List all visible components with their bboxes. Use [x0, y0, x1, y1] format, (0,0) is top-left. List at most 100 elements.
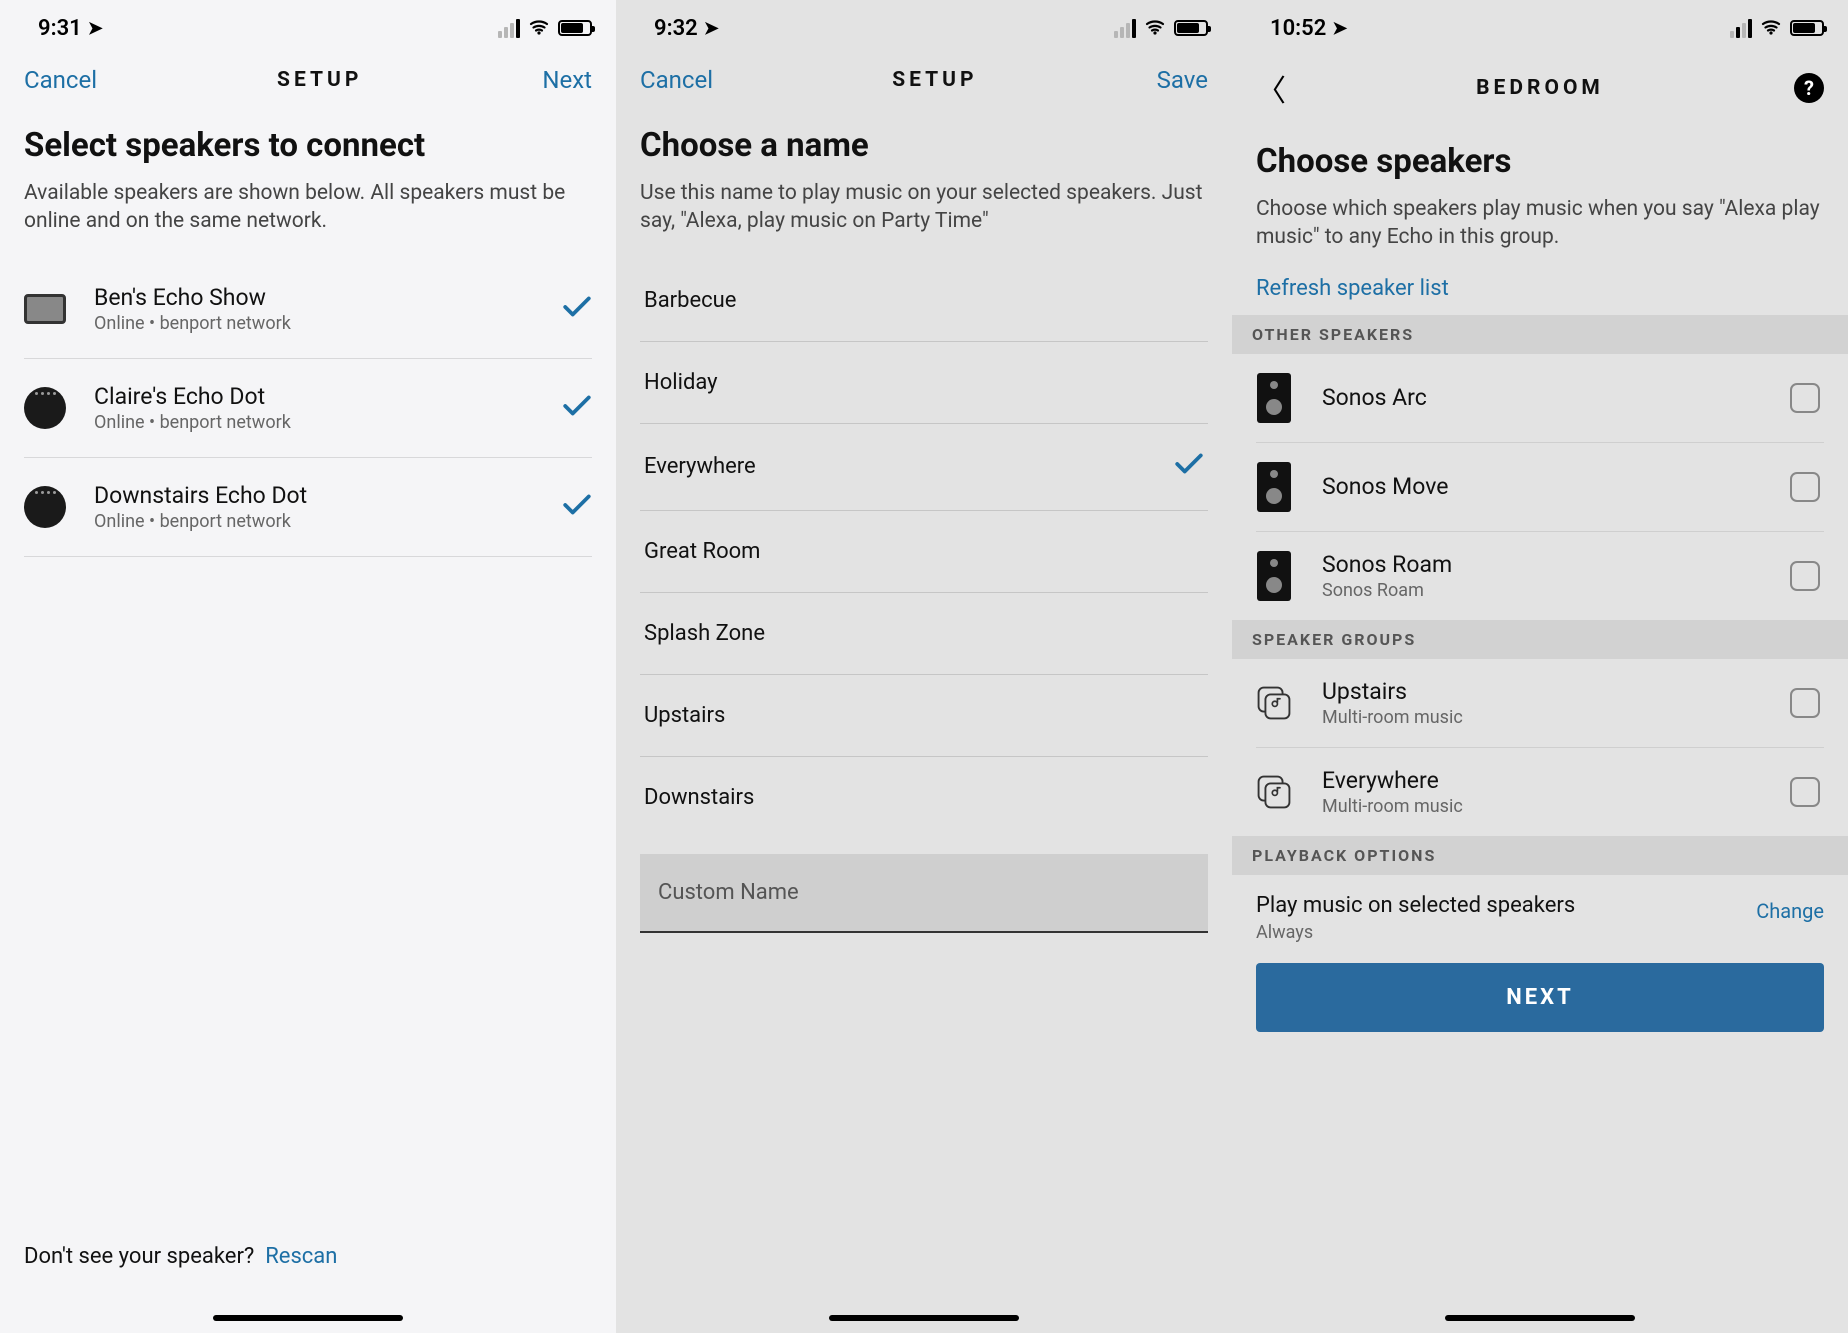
checkbox[interactable]	[1790, 688, 1820, 718]
speaker-name: Sonos Roam	[1322, 551, 1790, 578]
home-indicator[interactable]	[1445, 1315, 1635, 1321]
refresh-speaker-list-link[interactable]: Refresh speaker list	[1256, 276, 1824, 315]
group-sub: Multi-room music	[1322, 707, 1790, 728]
echo-dot-icon	[24, 486, 66, 528]
playback-title: Play music on selected speakers	[1256, 893, 1575, 918]
name-option[interactable]: Barbecue	[640, 260, 1208, 342]
name-option[interactable]: Splash Zone	[640, 593, 1208, 675]
section-header-other-speakers: OTHER SPEAKERS	[1232, 315, 1848, 354]
section-header-playback-options: PLAYBACK OPTIONS	[1232, 836, 1848, 875]
name-label: Splash Zone	[644, 621, 765, 646]
speaker-info: Everywhere Multi-room music	[1322, 767, 1790, 817]
screen-choose-name: 9:32 ➤ Cancel SETUP Save Choose a name U…	[616, 0, 1232, 1333]
checkmark-icon	[1174, 452, 1204, 482]
speaker-group-row[interactable]: Everywhere Multi-room music	[1256, 748, 1824, 836]
home-indicator[interactable]	[213, 1315, 403, 1321]
next-button[interactable]: Next	[542, 66, 592, 94]
speaker-info: Sonos Roam Sonos Roam	[1322, 551, 1790, 601]
speaker-row[interactable]: Sonos Move	[1256, 443, 1824, 532]
custom-name-input[interactable]: Custom Name	[640, 854, 1208, 933]
checkmark-icon	[562, 295, 592, 323]
sonos-speaker-icon	[1256, 550, 1292, 602]
speaker-name: Downstairs Echo Dot	[94, 482, 562, 509]
name-option[interactable]: Holiday	[640, 342, 1208, 424]
group-name: Everywhere	[1322, 767, 1790, 794]
rescan-link[interactable]: Rescan	[265, 1244, 337, 1269]
rescan-prompt-text: Don't see your speaker?	[24, 1244, 254, 1269]
speaker-group-row[interactable]: Upstairs Multi-room music	[1256, 659, 1824, 748]
speaker-name: Sonos Move	[1322, 473, 1790, 500]
speaker-info: Downstairs Echo Dot Online • benport net…	[94, 482, 562, 532]
battery-icon	[1790, 20, 1824, 36]
speaker-row[interactable]: Sonos Arc	[1256, 354, 1824, 443]
wifi-icon	[528, 16, 550, 41]
screen-choose-speakers: 10:52 ➤ 〈 BEDROOM ? Choose speakers Choo…	[1232, 0, 1848, 1333]
cancel-button[interactable]: Cancel	[24, 66, 97, 94]
status-bar: 9:31 ➤	[0, 0, 616, 52]
rescan-prompt: Don't see your speaker? Rescan	[24, 1244, 337, 1269]
playback-option-row: Play music on selected speakers Always C…	[1256, 875, 1824, 959]
back-button[interactable]: 〈	[1256, 66, 1286, 110]
status-bar: 10:52 ➤	[1232, 0, 1848, 52]
checkbox[interactable]	[1790, 777, 1820, 807]
status-time-area: 9:31 ➤	[38, 16, 103, 41]
speaker-name: Ben's Echo Show	[94, 284, 562, 311]
navbar-title: SETUP	[277, 68, 362, 92]
status-icons	[1730, 16, 1824, 41]
speaker-info: Sonos Arc	[1322, 384, 1790, 411]
navbar-title: SETUP	[892, 68, 977, 92]
location-icon: ➤	[88, 18, 103, 39]
speaker-meta: Online • benport network	[94, 511, 562, 532]
name-label: Holiday	[644, 370, 718, 395]
home-indicator[interactable]	[829, 1315, 1019, 1321]
change-link[interactable]: Change	[1756, 899, 1824, 923]
status-icons	[1114, 16, 1208, 41]
cellular-signal-icon	[1730, 19, 1752, 38]
group-name: Upstairs	[1322, 678, 1790, 705]
page-title: Choose speakers	[1256, 142, 1824, 181]
speaker-row[interactable]: Ben's Echo Show Online • benport network	[24, 260, 592, 359]
checkbox[interactable]	[1790, 561, 1820, 591]
page-subtitle: Choose which speakers play music when yo…	[1256, 195, 1824, 252]
battery-icon	[1174, 20, 1208, 36]
help-button[interactable]: ?	[1794, 73, 1824, 103]
save-button[interactable]: Save	[1157, 66, 1208, 94]
status-time: 9:31	[38, 16, 82, 41]
playback-text: Play music on selected speakers Always	[1256, 893, 1575, 943]
speaker-row[interactable]: Downstairs Echo Dot Online • benport net…	[24, 458, 592, 557]
navbar-title: BEDROOM	[1476, 76, 1604, 100]
speaker-row[interactable]: Sonos Roam Sonos Roam	[1256, 532, 1824, 620]
content-area: Select speakers to connect Available spe…	[0, 114, 616, 557]
name-option[interactable]: Everywhere	[640, 424, 1208, 511]
name-list: Barbecue Holiday Everywhere Great Room S…	[640, 260, 1208, 838]
navbar: Cancel SETUP Save	[616, 52, 1232, 114]
speaker-name: Sonos Arc	[1322, 384, 1790, 411]
speaker-info: Claire's Echo Dot Online • benport netwo…	[94, 383, 562, 433]
cancel-button[interactable]: Cancel	[640, 66, 713, 94]
name-option[interactable]: Great Room	[640, 511, 1208, 593]
navbar: 〈 BEDROOM ?	[1232, 52, 1848, 130]
sonos-speaker-icon	[1256, 461, 1292, 513]
speaker-row[interactable]: Claire's Echo Dot Online • benport netwo…	[24, 359, 592, 458]
name-label: Upstairs	[644, 703, 725, 728]
page-title: Select speakers to connect	[24, 126, 592, 165]
page-title: Choose a name	[640, 126, 1208, 165]
speaker-info: Upstairs Multi-room music	[1322, 678, 1790, 728]
name-label: Everywhere	[644, 454, 756, 479]
status-time-area: 10:52 ➤	[1270, 16, 1347, 41]
checkmark-icon	[562, 493, 592, 521]
checkbox[interactable]	[1790, 472, 1820, 502]
checkmark-icon	[562, 394, 592, 422]
screen-select-speakers: 9:31 ➤ Cancel SETUP Next Select speakers…	[0, 0, 616, 1333]
checkbox[interactable]	[1790, 383, 1820, 413]
name-option[interactable]: Downstairs	[640, 757, 1208, 838]
content-area: Choose speakers Choose which speakers pl…	[1232, 130, 1848, 1032]
section-header-speaker-groups: SPEAKER GROUPS	[1232, 620, 1848, 659]
speaker-sub: Sonos Roam	[1322, 580, 1790, 601]
next-button[interactable]: NEXT	[1256, 963, 1824, 1032]
speaker-group-icon	[1256, 677, 1292, 729]
name-option[interactable]: Upstairs	[640, 675, 1208, 757]
wifi-icon	[1760, 16, 1782, 41]
status-time-area: 9:32 ➤	[654, 16, 719, 41]
page-subtitle: Available speakers are shown below. All …	[24, 179, 592, 236]
